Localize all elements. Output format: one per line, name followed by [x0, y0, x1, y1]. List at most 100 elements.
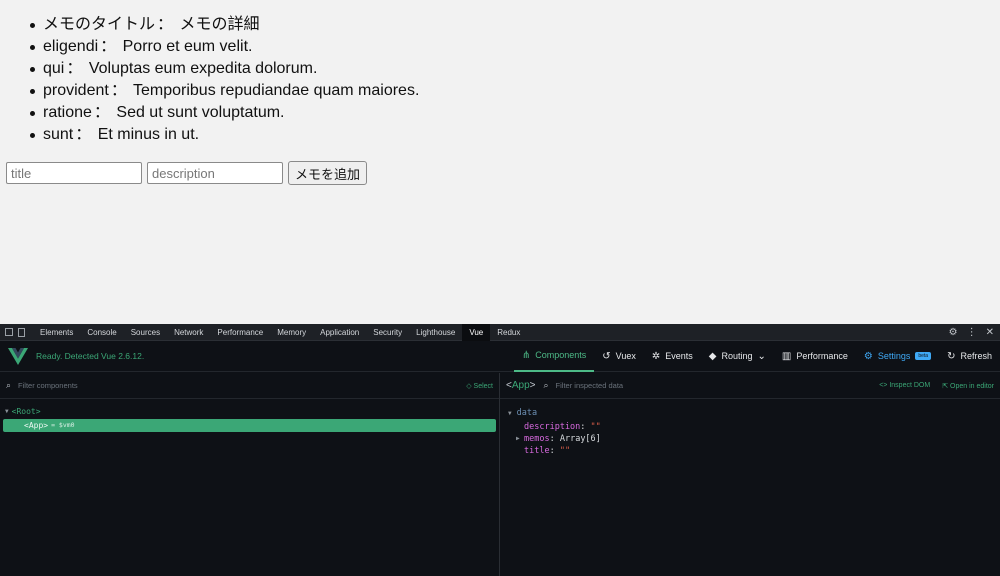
filter-inspected-input[interactable]: Filter inspected data: [556, 381, 624, 390]
memo-item: メモのタイトル： メモの詳細: [24, 14, 419, 36]
add-memo-button[interactable]: メモを追加: [288, 161, 368, 185]
memo-separator: ：: [93, 104, 110, 121]
nav-components[interactable]: ⋔ Components: [513, 341, 595, 372]
nav-label: Events: [665, 351, 693, 361]
nav-label: Settings: [877, 351, 911, 361]
memo-title: ratione: [43, 104, 92, 121]
nav-label: Components: [535, 350, 587, 360]
state-prop: description: "": [524, 422, 601, 432]
memo-title: provident: [43, 82, 109, 99]
memo-title: メモのタイトル: [43, 16, 156, 33]
component-tree-pane: ⌕ Filter components ◇ Select ▼ <Root> <A…: [0, 373, 500, 576]
open-editor-label: Open in editor: [950, 382, 994, 390]
memo-detail: Sed ut sunt voluptatum.: [116, 104, 285, 121]
nav-events[interactable]: ✲ Events: [644, 341, 701, 372]
memo-separator: ：: [157, 16, 174, 33]
gear-icon[interactable]: ⚙: [949, 327, 958, 338]
memo-separator: ：: [110, 82, 127, 99]
component-state: ▼ data description: "" ▶ memos: Array[6]…: [500, 399, 1000, 463]
devtools-tabbar: Elements Console Sources Network Perform…: [0, 323, 1000, 341]
prop-key: title: [524, 446, 550, 456]
bar-chart-icon: ▥: [781, 350, 792, 362]
select-label: Select: [473, 382, 493, 390]
memo-item: provident： Temporibus repudiandae quam m…: [24, 80, 419, 102]
vue-status-text: Ready. Detected Vue 2.6.12.: [36, 351, 145, 361]
state-prop: title: "": [524, 446, 571, 456]
expand-triangle-icon[interactable]: ▶: [516, 433, 520, 445]
description-input[interactable]: [147, 162, 283, 184]
tab-network[interactable]: Network: [167, 324, 210, 341]
collapse-triangle-icon[interactable]: ▼: [5, 405, 9, 418]
section-label: data: [516, 408, 538, 418]
node-name: Root: [16, 407, 36, 416]
memo-list: メモのタイトル： メモの詳細 eligendi： Porro et eum ve…: [24, 14, 419, 146]
nav-vuex[interactable]: ↺ Vuex: [594, 341, 644, 372]
nav-performance[interactable]: ▥ Performance: [774, 341, 856, 372]
vue-logo-icon: [8, 347, 28, 365]
components-icon: ⋔: [521, 349, 531, 361]
app-page: メモのタイトル： メモの詳細 eligendi： Porro et eum ve…: [0, 0, 1000, 324]
memo-separator: ：: [75, 126, 92, 143]
tree-node-app[interactable]: <App> = $vm0: [3, 419, 496, 432]
tab-redux[interactable]: Redux: [490, 324, 527, 341]
kebab-menu-icon[interactable]: ⋮: [967, 327, 977, 338]
routing-icon: ◆: [708, 350, 717, 362]
tab-lighthouse[interactable]: Lighthouse: [409, 324, 462, 341]
data-section[interactable]: ▼ data: [508, 405, 992, 421]
inspected-component-tag: <App>: [506, 380, 536, 391]
node-name: App: [28, 421, 44, 430]
nav-refresh[interactable]: ↻ Refresh: [939, 341, 1000, 372]
tab-console[interactable]: Console: [80, 324, 123, 341]
prop-key: description: [524, 422, 581, 432]
device-toolbar-icon[interactable]: [18, 327, 25, 337]
chevron-down-icon: ⌄: [757, 350, 766, 362]
memo-separator: ：: [100, 38, 117, 55]
inspect-dom-label: Inspect DOM: [889, 381, 931, 389]
search-icon: ⌕: [6, 380, 12, 390]
memo-item: qui： Voluptas eum expedita dolorum.: [24, 58, 419, 80]
tree-node-root[interactable]: ▼ <Root>: [0, 405, 499, 418]
memo-item: eligendi： Porro et eum velit.: [24, 36, 419, 58]
nav-routing[interactable]: ◆ Routing ⌄: [701, 341, 774, 372]
memo-item: sunt： Et minus in ut.: [24, 124, 419, 146]
inspect-element-icon[interactable]: [5, 328, 13, 336]
collapse-triangle-icon[interactable]: ▼: [508, 410, 512, 417]
tab-security[interactable]: Security: [366, 324, 409, 341]
memo-detail: メモの詳細: [179, 16, 260, 33]
tab-elements[interactable]: Elements: [33, 324, 80, 341]
history-icon: ↺: [602, 350, 611, 362]
memo-detail: Voluptas eum expedita dolorum.: [88, 60, 318, 77]
memo-title: sunt: [43, 126, 74, 143]
title-input[interactable]: [6, 162, 142, 184]
nav-label: Vuex: [615, 351, 636, 361]
tab-performance[interactable]: Performance: [210, 324, 270, 341]
prop-key: memos: [524, 434, 550, 444]
select-component-button[interactable]: ◇ Select: [466, 382, 493, 390]
inspect-dom-button[interactable]: <> Inspect DOM: [879, 382, 930, 390]
prop-value[interactable]: "": [560, 446, 570, 456]
nav-label: Performance: [796, 351, 848, 361]
vue-devtools-header: Ready. Detected Vue 2.6.12. ⋔ Components…: [0, 341, 1000, 372]
memo-item: ratione： Sed ut sunt voluptatum.: [24, 102, 419, 124]
prop-value[interactable]: Array[6]: [560, 434, 601, 444]
inspector-pane: <App> ⌕ Filter inspected data <> Inspect…: [500, 373, 1000, 576]
nav-label: Routing: [721, 351, 753, 361]
close-icon[interactable]: ✕: [986, 327, 994, 338]
tab-application[interactable]: Application: [313, 324, 366, 341]
nav-label: Refresh: [960, 351, 992, 361]
filter-components-input[interactable]: Filter components: [18, 381, 78, 390]
tab-vue[interactable]: Vue: [462, 323, 491, 341]
events-icon: ✲: [651, 350, 661, 362]
memo-detail: Porro et eum velit.: [122, 38, 253, 55]
tab-memory[interactable]: Memory: [270, 324, 313, 341]
nav-settings[interactable]: ⚙ Settings beta: [856, 341, 939, 372]
open-in-editor-button[interactable]: ⇱ Open in editor: [942, 382, 994, 390]
component-tree: ▼ <Root> <App> = $vm0: [0, 399, 499, 432]
memo-form: メモを追加: [6, 161, 368, 185]
beta-badge: beta: [915, 352, 932, 360]
search-icon: ⌕: [543, 380, 549, 390]
memo-title: eligendi: [43, 38, 99, 55]
tab-sources[interactable]: Sources: [124, 324, 167, 341]
devtools-panel: Elements Console Sources Network Perform…: [0, 323, 1000, 576]
prop-value[interactable]: "": [591, 422, 601, 432]
